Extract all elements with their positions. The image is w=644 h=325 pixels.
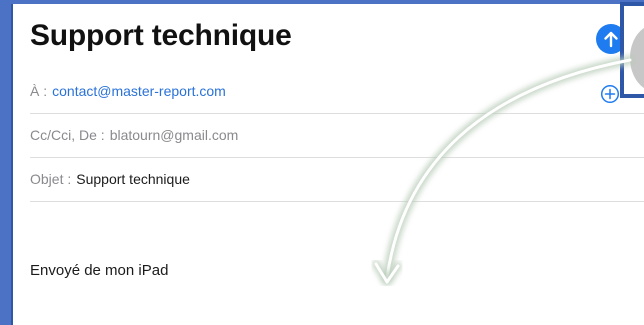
screenshot-stage: Support technique À : contact@master-rep… (0, 0, 644, 325)
highlight-frame (0, 0, 644, 325)
